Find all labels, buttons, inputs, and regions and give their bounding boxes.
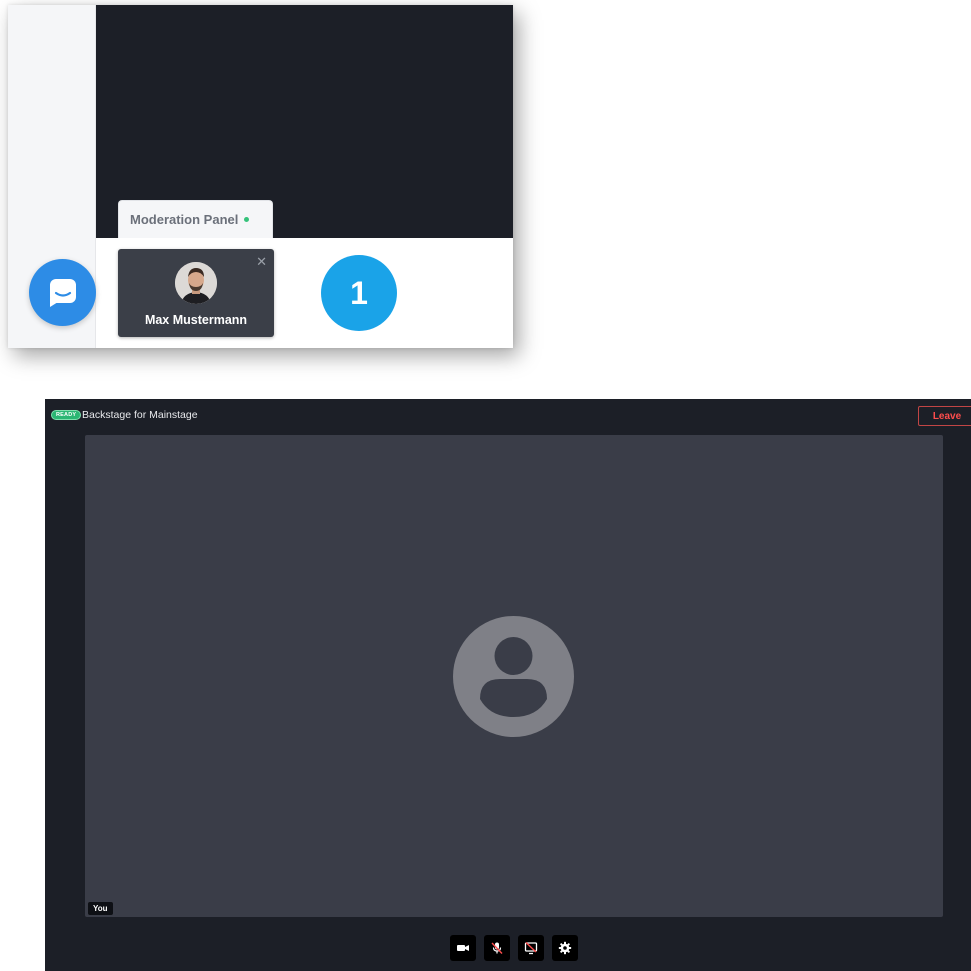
microphone-muted-icon — [491, 942, 503, 954]
video-camera-icon — [457, 945, 469, 951]
backstage-title: Backstage for Mainstage — [82, 409, 198, 421]
participant-card[interactable]: ✕ Max Mustermann — [118, 249, 274, 337]
leave-button[interactable]: Leave — [918, 406, 971, 426]
participant-name: Max Mustermann — [144, 313, 248, 327]
chat-button[interactable] — [29, 259, 96, 326]
microphone-button[interactable] — [484, 935, 510, 961]
step-number-badge: 1 — [321, 255, 397, 331]
camera-button[interactable] — [450, 935, 476, 961]
close-icon[interactable]: ✕ — [256, 255, 267, 268]
moderation-panel-tab[interactable]: Moderation Panel — [118, 200, 273, 238]
ready-status-badge: READY — [51, 410, 82, 420]
moderation-inset: Moderation Panel ✕ Max Mustermann 1 — [8, 5, 513, 348]
self-video-tile: You — [85, 435, 943, 917]
media-controls — [450, 935, 578, 961]
self-name-label: You — [88, 902, 113, 915]
backstage-window: READY Backstage for Mainstage Leave You — [45, 399, 971, 971]
online-dot-icon — [244, 217, 250, 222]
screen-share-off-icon — [524, 941, 538, 955]
backstage-header: READY Backstage for Mainstage Leave — [45, 399, 971, 433]
moderation-panel-label: Moderation Panel — [130, 212, 239, 227]
settings-button[interactable] — [552, 935, 578, 961]
screen-share-button[interactable] — [518, 935, 544, 961]
chat-bubble-icon — [49, 278, 76, 307]
participant-avatar — [175, 262, 217, 304]
default-user-avatar-icon — [453, 616, 574, 737]
gear-icon — [558, 941, 572, 955]
